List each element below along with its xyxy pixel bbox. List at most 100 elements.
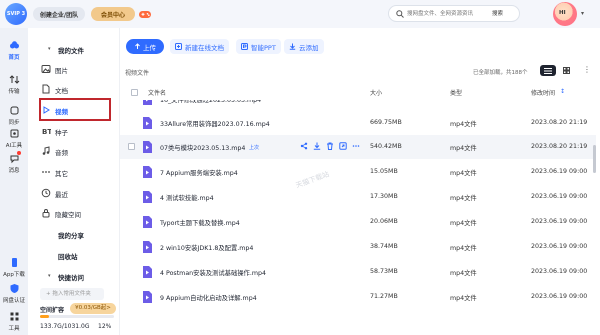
list-view-button[interactable]: [540, 65, 556, 76]
rail-label: AI工具: [5, 143, 23, 149]
video-file-icon: [143, 100, 152, 105]
row-checkbox[interactable]: [128, 143, 135, 150]
delete-icon[interactable]: [326, 142, 334, 150]
row-actions: [300, 142, 360, 152]
file-name[interactable]: 2 win10安装JDK1.8及配置.mp4: [160, 243, 253, 252]
file-name[interactable]: 4 Postman安装及测试基础操作.mp4: [160, 268, 266, 277]
column-header-type[interactable]: 类型: [450, 88, 462, 97]
transfer-icon: [9, 75, 19, 84]
rail-item-message[interactable]: 消息: [0, 153, 28, 174]
file-type: mp4文件: [450, 220, 477, 227]
search-box[interactable]: 搜索: [388, 5, 520, 22]
file-type: mp4文件: [450, 121, 477, 128]
cloud-add-button[interactable]: 云添加: [284, 39, 324, 54]
game-icon[interactable]: [138, 7, 152, 21]
left-rail: 首页 传输 同步 AI工具 消息 App下载 网盘认证 工具: [0, 28, 28, 335]
file-modified-time: 2023.06.19 09:00: [531, 168, 588, 175]
grid-view-button[interactable]: [558, 65, 574, 76]
rail-item-ai[interactable]: AI工具: [0, 128, 28, 149]
last-opened-tag: 上次: [249, 145, 260, 151]
rail-item-verify[interactable]: 网盘认证: [0, 283, 28, 304]
share-icon[interactable]: [300, 142, 308, 150]
table-row[interactable]: 7 Appium服务端安装.mp4 15.05MB mp4文件 2023.06.19 …: [120, 160, 596, 184]
storage-expand-label: 空间扩容: [40, 307, 65, 314]
search-button[interactable]: 搜索: [492, 9, 503, 17]
rail-item-sync[interactable]: 同步: [0, 105, 28, 126]
column-header-size[interactable]: 大小: [370, 88, 382, 97]
sidebar-item-hidden-space[interactable]: 隐藏空间: [55, 209, 81, 219]
more-icon[interactable]: [352, 142, 360, 150]
file-name[interactable]: Typort主题下载及替换.mp4: [160, 218, 240, 227]
table-row[interactable]: 33Allure常用装饰器2023.07.16.mp4 669.75MB mp4文件…: [120, 111, 596, 135]
video-file-icon: [143, 166, 152, 178]
sidebar-item-torrents[interactable]: 种子: [55, 127, 68, 137]
open-icon[interactable]: [339, 142, 347, 150]
table-row[interactable]: 07类与模块2023.05.13.mp4 上次 540.42MB mp4文件 2023.…: [120, 135, 596, 159]
smart-ppt-label: 智能PPT: [251, 43, 276, 52]
file-name[interactable]: 9 Appium自动化启动及详解.mp4: [160, 293, 257, 302]
search-input[interactable]: [407, 8, 483, 19]
torrent-icon: BT: [42, 128, 51, 136]
caret-down-icon[interactable]: ▾: [48, 46, 51, 52]
table-row[interactable]: Typort主题下载及替换.mp4 20.06MB mp4文件 2023.06.19 …: [120, 210, 596, 234]
caret-down-icon[interactable]: ▾: [48, 273, 51, 279]
logo-text: SVIP 3: [6, 11, 26, 17]
file-name[interactable]: 07类与模块2023.05.13.mp4: [160, 143, 245, 152]
image-icon: [41, 65, 51, 73]
file-size: 20.06MB: [370, 218, 398, 225]
sidebar-quick-access[interactable]: 快捷访问: [58, 272, 84, 282]
upload-button[interactable]: 上传: [126, 39, 164, 54]
sync-icon: [10, 106, 18, 115]
sidebar-item-other[interactable]: 其它: [55, 168, 68, 178]
file-modified-time: 2023.06.19 09:00: [531, 243, 588, 250]
cloud-download-icon: [289, 43, 296, 50]
file-type: mp4文件: [450, 295, 477, 302]
rail-item-tools[interactable]: 工具: [0, 311, 28, 332]
file-name[interactable]: 4 测试软技能.mp4: [160, 193, 214, 202]
sort-desc-icon[interactable]: ↕: [560, 88, 565, 95]
breadcrumb[interactable]: 视频文件: [125, 68, 149, 77]
rail-item-app-download[interactable]: App下载: [0, 257, 28, 278]
loaded-count-text: 已全部加载，共188个: [473, 70, 528, 76]
sidebar-item-audio[interactable]: 音频: [55, 147, 68, 157]
table-row[interactable]: 9 Appium自动化启动及详解.mp4 71.27MB mp4文件 2023.06.…: [120, 285, 596, 309]
rail-label: 工具: [8, 326, 20, 332]
svg-text:BT: BT: [42, 128, 51, 136]
rail-item-transfer[interactable]: 传输: [0, 74, 28, 95]
cloud-add-label: 云添加: [299, 43, 319, 52]
column-header-modified[interactable]: 修改时间: [531, 88, 555, 97]
create-team-button[interactable]: 创建企业/团队: [33, 7, 85, 21]
file-size: 15.05MB: [370, 168, 398, 175]
sidebar-my-files[interactable]: 我的文件: [58, 45, 84, 55]
sidebar-my-share[interactable]: 我的分享: [58, 230, 84, 240]
chevron-down-icon[interactable]: ▾: [581, 10, 584, 17]
file-name[interactable]: 16_文件修改通过2023.05.03.mp4: [160, 100, 261, 104]
file-name[interactable]: 33Allure常用装饰器2023.07.16.mp4: [160, 119, 270, 128]
sidebar-recycle-bin[interactable]: 回收站: [58, 251, 78, 261]
app-logo[interactable]: SVIP 3: [5, 3, 27, 25]
table-row[interactable]: 2 win10安装JDK1.8及配置.mp4 38.74MB mp4文件 2023.0…: [120, 235, 596, 259]
new-online-doc-button[interactable]: 新建在线文档: [170, 39, 229, 54]
sidebar-item-images[interactable]: 图片: [55, 65, 68, 75]
add-quick-access-button[interactable]: + 拖入常用文件夹: [40, 288, 104, 300]
rail-item-home[interactable]: 首页: [0, 40, 28, 61]
file-name[interactable]: 7 Appium服务端安装.mp4: [160, 168, 238, 177]
top-bar: SVIP 3 创建企业/团队 会员中心 搜索 HI ▾: [0, 0, 600, 28]
storage-expand-button[interactable]: ¥0.03/GB起>: [70, 303, 116, 314]
select-all-checkbox[interactable]: [131, 89, 138, 96]
scrollbar[interactable]: [593, 145, 596, 173]
smart-ppt-button[interactable]: 智能PPT: [236, 39, 281, 54]
vip-center-button[interactable]: 会员中心: [91, 7, 135, 21]
sidebar-item-docs[interactable]: 文档: [55, 85, 68, 95]
sidebar-item-recent[interactable]: 最近: [55, 189, 68, 199]
video-file-icon: [143, 216, 152, 228]
table-row[interactable]: 16_文件修改通过2023.05.03.mp4: [120, 100, 596, 111]
table-row[interactable]: 4 测试软技能.mp4 17.30MB mp4文件 2023.06.19 09:00: [120, 185, 596, 209]
column-header-name[interactable]: 文件名: [148, 88, 166, 97]
download-icon[interactable]: [313, 142, 321, 150]
file-modified-time: 2023.06.19 09:00: [531, 293, 588, 300]
ppt-icon: [241, 43, 248, 50]
more-options-icon[interactable]: ⋮: [583, 65, 591, 74]
table-row[interactable]: 4 Postman安装及测试基础操作.mp4 58.73MB mp4文件 2023.0…: [120, 260, 596, 284]
rail-label: 同步: [8, 120, 20, 126]
